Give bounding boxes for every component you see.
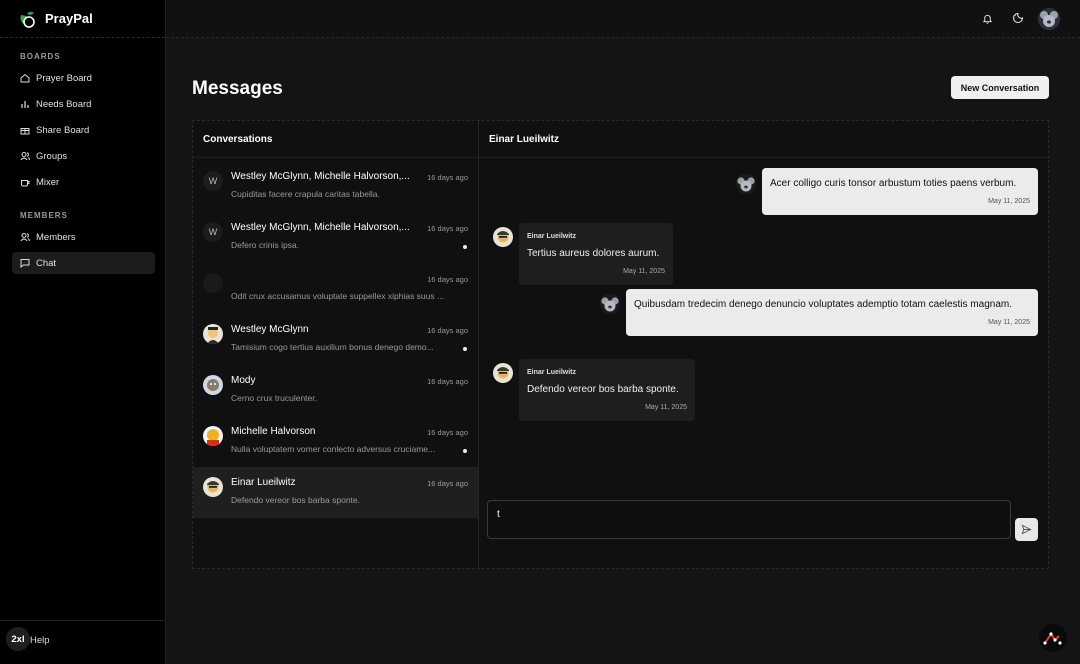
conversation-item[interactable]: Westley McGlynn 16 days ago Tamisium cog…	[193, 314, 478, 365]
message-time: May 11, 2025	[645, 404, 687, 411]
breakpoint-badge: 2xl	[6, 627, 30, 651]
send-button[interactable]	[1015, 518, 1038, 541]
sidebar-item-label: Chat	[36, 257, 57, 269]
users-icon	[20, 232, 30, 242]
message-time: May 11, 2025	[988, 198, 1030, 205]
conversation-time: 16 days ago	[427, 479, 468, 488]
conversation-avatar	[203, 375, 223, 395]
conversation-name: Westley McGlynn, Michelle Halvorson,...	[231, 222, 410, 233]
cup-icon	[20, 177, 30, 187]
home-icon	[20, 73, 30, 83]
sidebar-item-prayer-board[interactable]: Prayer Board	[12, 67, 155, 89]
conversation-item[interactable]: Michelle Halvorson 16 days ago Nulla vol…	[193, 416, 478, 467]
user-avatar[interactable]	[1038, 8, 1060, 30]
help-link[interactable]: Help	[30, 635, 50, 646]
members-section-label: MEMBERS	[20, 211, 68, 220]
conversation-avatar: W	[203, 171, 223, 191]
theme-toggle-icon[interactable]	[1011, 11, 1025, 25]
conversations-heading: Conversations	[193, 121, 478, 158]
page-title: Messages	[192, 78, 283, 99]
brand[interactable]: PrayPal	[0, 0, 165, 38]
sidebar-item-chat[interactable]: Chat	[12, 252, 155, 274]
sidebar-item-label: Needs Board	[36, 98, 92, 110]
bell-icon[interactable]	[980, 11, 994, 25]
praypal-logo-icon	[20, 11, 35, 28]
sidebar-item-mixer[interactable]: Mixer	[12, 171, 155, 193]
conversation-preview: Tamisium cogo tertius auxilium bonus den…	[231, 342, 434, 352]
sidebar-item-label: Share Board	[36, 124, 90, 136]
message-input[interactable]: t	[487, 500, 1011, 539]
conversation-preview: Defendo vereor bos barba sponte.	[231, 495, 361, 505]
contact-avatar	[493, 363, 513, 383]
message-text: Defendo vereor bos barba sponte.	[527, 384, 679, 395]
users-icon	[20, 151, 30, 161]
sidebar: PrayPal BOARDS Prayer Board Needs Board …	[0, 0, 166, 664]
bar-chart-icon	[20, 99, 30, 109]
sidebar-item-label: Mixer	[36, 176, 60, 188]
message-text: Acer colligo curis tonsor arbustum totie…	[770, 178, 1017, 189]
conversation-time: 16 days ago	[427, 377, 468, 386]
conversation-time: 16 days ago	[427, 275, 468, 284]
new-conversation-button[interactable]: New Conversation	[951, 76, 1049, 99]
conversation-name: Einar Lueilwitz	[231, 477, 296, 488]
conversation-avatar	[203, 426, 223, 446]
message-sender: Einar Lueilwitz	[527, 233, 577, 240]
contact-avatar	[493, 227, 513, 247]
message-bubble-sent: Quibusdam tredecim denego denuncio volup…	[626, 289, 1038, 336]
message-bubble-received: Einar Lueilwitz Defendo vereor bos barba…	[519, 359, 695, 421]
sidebar-item-label: Members	[36, 231, 76, 243]
conversation-item[interactable]: 16 days ago Odit crux accusamus voluptat…	[193, 263, 478, 314]
my-avatar	[736, 174, 756, 194]
conversation-name: Westley McGlynn, Michelle Halvorson,...	[231, 171, 410, 182]
conversation-name: Mody	[231, 375, 256, 386]
conversation-time: 16 days ago	[427, 428, 468, 437]
conversation-item-active[interactable]: Einar Lueilwitz 16 days ago Defendo vere…	[193, 467, 478, 518]
conversation-item[interactable]: Mody 16 days ago Cerno crux truculenter.	[193, 365, 478, 416]
conversation-preview: Defero crinis ipsa.	[231, 240, 300, 250]
unread-dot	[463, 449, 467, 453]
sidebar-item-label: Groups	[36, 150, 68, 162]
boards-section-label: BOARDS	[20, 52, 61, 61]
sidebar-item-label: Prayer Board	[36, 72, 92, 84]
conversation-avatar	[203, 477, 223, 497]
unread-dot	[463, 245, 467, 249]
conversation-item[interactable]: W Westley McGlynn, Michelle Halvorson,..…	[193, 161, 478, 212]
conversation-preview: Nulla voluptatem vomer conlecto adversus…	[231, 444, 436, 454]
message-bubble-sent: Acer colligo curis tonsor arbustum totie…	[762, 168, 1038, 215]
gift-icon	[20, 125, 30, 135]
send-icon	[1021, 524, 1032, 535]
message-text: Tertius aureus dolores aurum.	[527, 248, 660, 259]
messages-panel: Conversations W Westley McGlynn, Michell…	[192, 120, 1049, 569]
conversation-time: 16 days ago	[427, 326, 468, 335]
conversation-name: Westley McGlynn	[231, 324, 309, 335]
message-bubble-received: Einar Lueilwitz Tertius aureus dolores a…	[519, 223, 673, 285]
conversation-time: 16 days ago	[427, 173, 468, 182]
conversation-avatar	[203, 324, 223, 344]
message-text: Quibusdam tredecim denego denuncio volup…	[634, 299, 1012, 310]
app-name: PrayPal	[45, 11, 93, 26]
top-bar	[166, 0, 1080, 38]
chat-icon	[20, 258, 30, 268]
sidebar-item-members[interactable]: Members	[12, 226, 155, 248]
conversation-preview: Cupiditas facere crapula caritas tabella…	[231, 189, 380, 199]
chat-heading: Einar Lueilwitz	[479, 121, 1048, 158]
conversation-avatar	[203, 273, 223, 293]
conversations-column: Conversations W Westley McGlynn, Michell…	[193, 121, 479, 568]
sidebar-item-needs-board[interactable]: Needs Board	[12, 93, 155, 115]
message-time: May 11, 2025	[623, 268, 665, 275]
conversation-preview: Odit crux accusamus voluptate suppellex …	[231, 291, 445, 301]
message-time: May 11, 2025	[988, 319, 1030, 326]
my-avatar	[600, 294, 620, 314]
devtools-logo-icon[interactable]	[1039, 624, 1067, 652]
conversation-preview: Cerno crux truculenter.	[231, 393, 317, 403]
conversation-time: 16 days ago	[427, 224, 468, 233]
conversation-name: Michelle Halvorson	[231, 426, 316, 437]
message-sender: Einar Lueilwitz	[527, 369, 577, 376]
sidebar-item-share-board[interactable]: Share Board	[12, 119, 155, 141]
conversation-item[interactable]: W Westley McGlynn, Michelle Halvorson,..…	[193, 212, 478, 263]
unread-dot	[463, 347, 467, 351]
conversation-avatar: W	[203, 222, 223, 242]
sidebar-item-groups[interactable]: Groups	[12, 145, 155, 167]
sidebar-footer: 2xl Help	[0, 620, 165, 664]
